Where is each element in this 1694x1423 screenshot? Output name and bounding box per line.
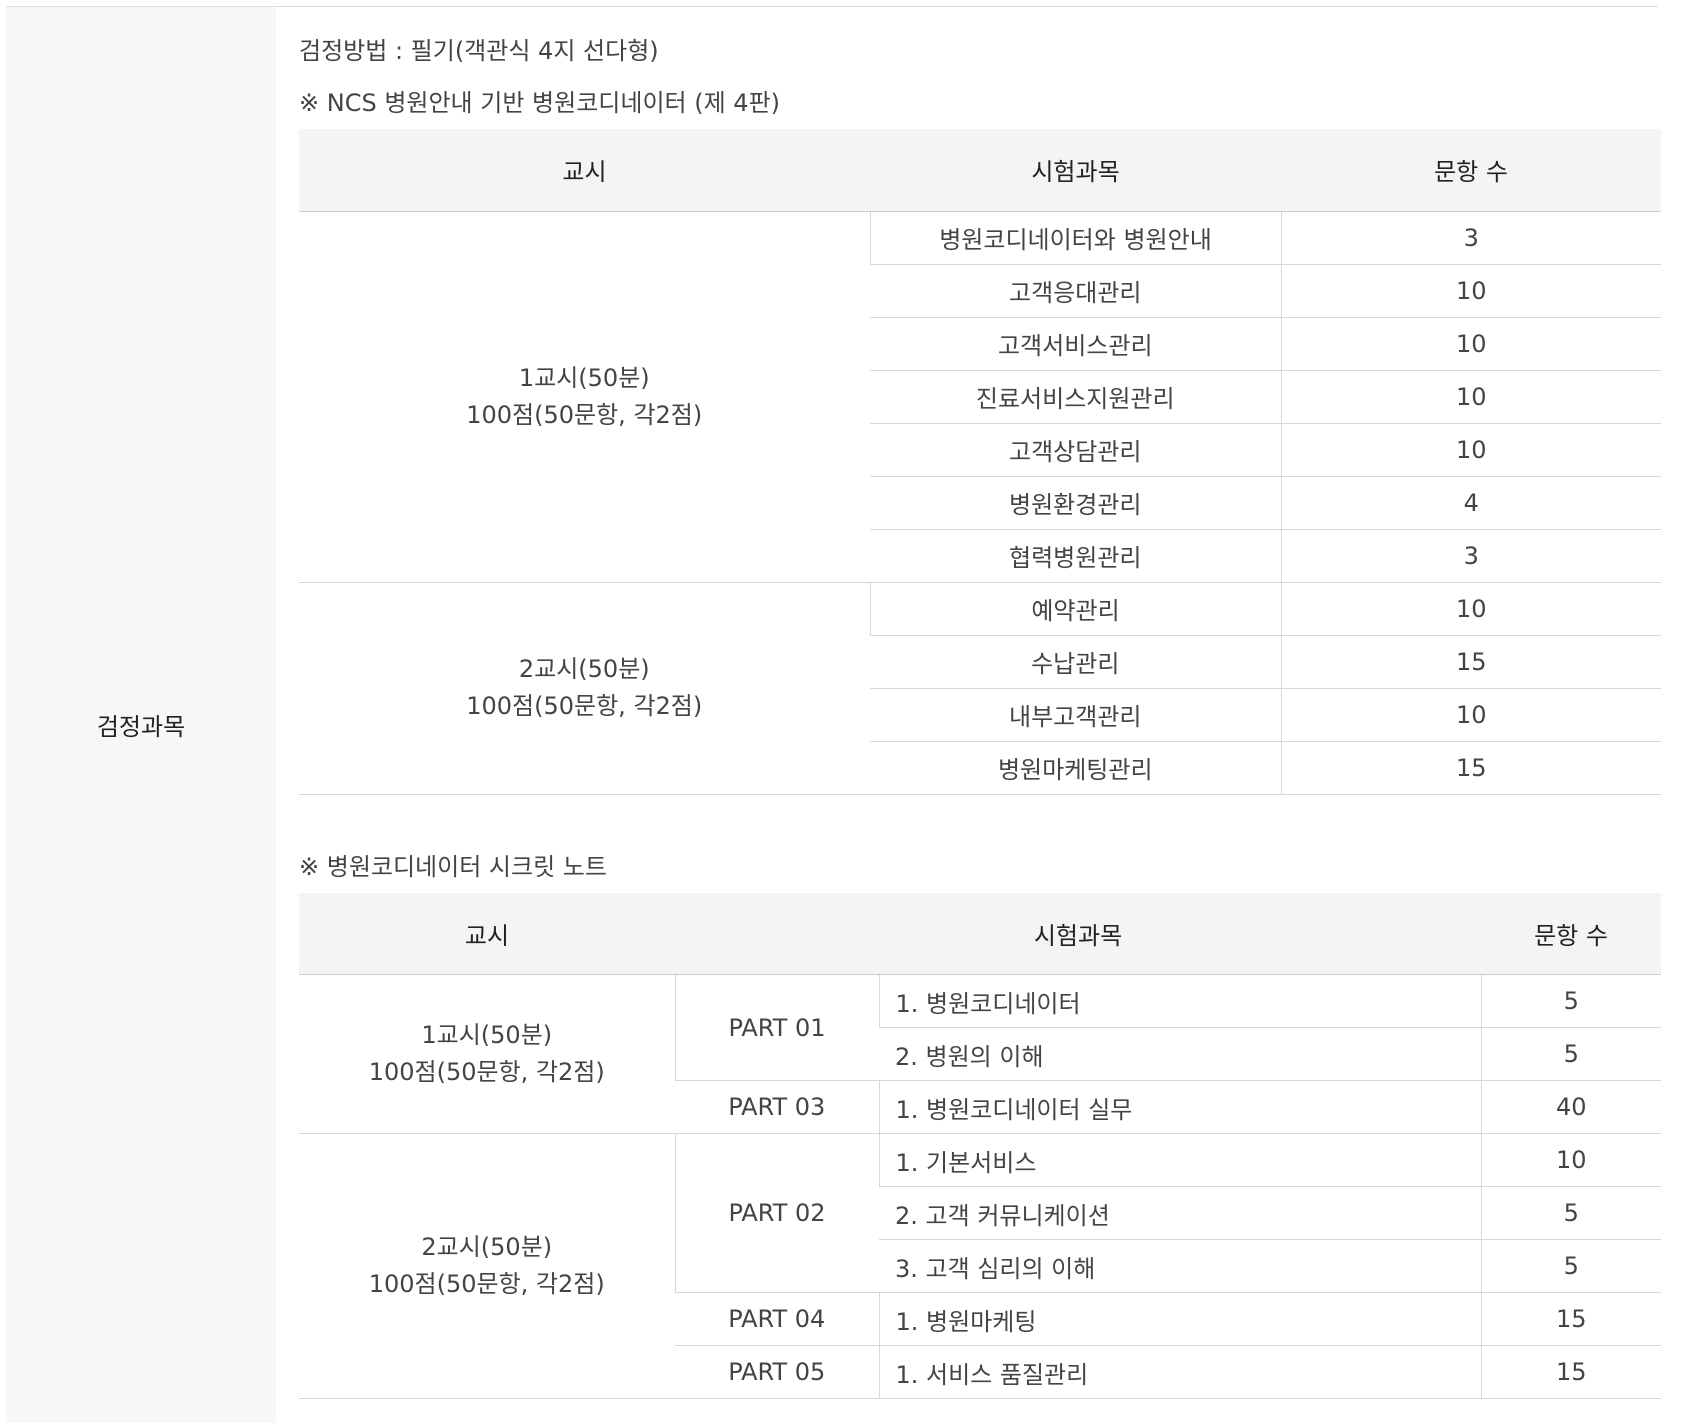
page: 검정과목 검정방법 : 필기(객관식 4지 선다형) ※ NCS 병원안내 기반… — [0, 0, 1694, 1423]
count-cell: 5 — [1480, 1239, 1662, 1293]
subject-cell: 1. 병원코디네이터 실무 — [878, 1080, 1482, 1134]
count-cell: 3 — [1280, 529, 1661, 583]
subject-cell: 3. 고객 심리의 이해 — [879, 1239, 1482, 1293]
table-row: 1교시(50분) 100점(50문항, 각2점) 병원코디네이터와 병원안내 3 — [299, 211, 1661, 583]
count-cell: 15 — [1280, 741, 1661, 795]
table-header-row: 교시 시험과목 문항 수 — [299, 129, 1661, 212]
table-row: 2교시(50분) 100점(50문항, 각2점) 예약관리 10 — [299, 582, 1661, 795]
part-cell: PART 01 — [674, 974, 879, 1081]
score-label: 100점(50문항, 각2점) — [466, 692, 703, 720]
count-cell: 15 — [1480, 1292, 1662, 1346]
subject-cell: 병원마케팅관리 — [870, 741, 1281, 795]
count-cell: 15 — [1280, 635, 1661, 689]
header-subject: 시험과목 — [675, 892, 1482, 975]
subject-cell: 고객상담관리 — [870, 423, 1281, 477]
part-cell: PART 04 — [675, 1292, 879, 1346]
count-cell: 10 — [1280, 264, 1661, 318]
count-cell: 10 — [1280, 317, 1661, 371]
subject-cell: 1. 병원마케팅 — [878, 1292, 1482, 1346]
count-cell: 10 — [1280, 370, 1661, 424]
subject-cell: 수납관리 — [870, 635, 1281, 689]
label-column: 검정과목 — [6, 7, 276, 1423]
subject-cell: 진료서비스지원관리 — [870, 370, 1281, 424]
row-label: 검정과목 — [96, 713, 186, 741]
score-label: 100점(50문항, 각2점) — [466, 400, 703, 429]
subject-cell: 고객서비스관리 — [870, 317, 1281, 371]
subject-cell: 1. 병원코디네이터 — [878, 974, 1482, 1028]
subject-cell: 예약관리 — [869, 582, 1281, 636]
count-cell: 4 — [1280, 476, 1661, 530]
ncs-subjects-table: 교시 시험과목 문항 수 1교시(50분) 100점(50문항, 각2점) 병원… — [299, 129, 1661, 795]
table-row: 1교시(50분) 100점(50문항, 각2점) PART 01 1. 병원코디… — [299, 974, 1662, 1134]
subject-cell: 2. 병원의 이해 — [879, 1027, 1482, 1081]
period-label: 1교시(50분) — [518, 363, 650, 392]
period-cell: 1교시(50분) 100점(50문항, 각2점) — [299, 211, 870, 583]
count-cell: 5 — [1480, 974, 1662, 1028]
count-cell: 5 — [1480, 1186, 1662, 1240]
header-period: 교시 — [299, 129, 870, 212]
period-cell: 2교시(50분) 100점(50문항, 각2점) — [299, 1133, 675, 1399]
table2-note: ※ 병원코디네이터 시크릿 노트 — [299, 852, 607, 881]
part-cell: PART 02 — [674, 1133, 879, 1293]
subject-cell: 1. 기본서비스 — [878, 1133, 1482, 1187]
count-cell: 10 — [1280, 582, 1661, 636]
period-label: 2교시(50분) — [518, 655, 650, 683]
part-cell: PART 05 — [675, 1345, 879, 1399]
subject-cell: 협력병원관리 — [870, 529, 1281, 583]
period-cell: 2교시(50분) 100점(50문항, 각2점) — [299, 582, 870, 795]
period-label: 1교시(50분) — [421, 1021, 553, 1049]
content-column: 검정방법 : 필기(객관식 4지 선다형) ※ NCS 병원안내 기반 병원코디… — [299, 7, 1662, 1399]
count-cell: 10 — [1280, 688, 1661, 742]
count-cell: 10 — [1280, 423, 1661, 477]
count-cell: 5 — [1480, 1027, 1662, 1081]
table-header-row: 교시 시험과목 문항 수 — [299, 892, 1662, 975]
header-count: 문항 수 — [1481, 892, 1662, 975]
subject-cell: 고객응대관리 — [870, 264, 1281, 318]
count-cell: 15 — [1480, 1345, 1662, 1399]
exam-method-text: 검정방법 : 필기(객관식 4지 선다형) — [299, 37, 659, 65]
count-cell: 40 — [1480, 1080, 1662, 1134]
table-row: 2교시(50분) 100점(50문항, 각2점) PART 02 1. 기본서비… — [299, 1133, 1662, 1399]
subject-cell: 내부고객관리 — [870, 688, 1281, 742]
table1-note: ※ NCS 병원안내 기반 병원코디네이터 (제 4판) — [299, 89, 781, 117]
count-cell: 3 — [1280, 211, 1661, 265]
subject-cell: 1. 서비스 품질관리 — [878, 1345, 1482, 1399]
subject-cell: 2. 고객 커뮤니케이션 — [879, 1186, 1482, 1240]
score-label: 100점(50문항, 각2점) — [368, 1058, 605, 1086]
score-label: 100점(50문항, 각2점) — [368, 1270, 605, 1298]
subject-cell: 병원코디네이터와 병원안내 — [869, 211, 1281, 265]
period-label: 2교시(50분) — [421, 1233, 553, 1261]
part-cell: PART 03 — [675, 1080, 879, 1134]
secret-note-table: 교시 시험과목 문항 수 1교시(50분) 100점(50문항, 각2점) PA… — [299, 892, 1662, 1399]
count-cell: 10 — [1480, 1133, 1662, 1187]
subject-cell: 병원환경관리 — [870, 476, 1281, 530]
header-period: 교시 — [299, 892, 675, 975]
header-count: 문항 수 — [1281, 129, 1661, 212]
header-subject: 시험과목 — [870, 129, 1281, 212]
period-cell: 1교시(50분) 100점(50문항, 각2점) — [299, 974, 675, 1134]
